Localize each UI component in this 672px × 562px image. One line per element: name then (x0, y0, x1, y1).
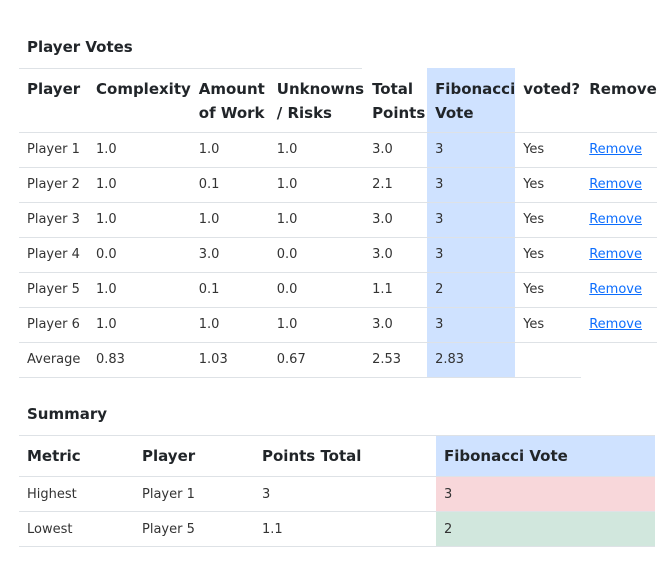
cell-complexity: 0.0 (88, 237, 191, 273)
cell-total: 1.1 (364, 272, 428, 308)
cell-total: 3.0 (364, 132, 428, 168)
cell-unknowns: 1.0 (268, 202, 365, 238)
cell-unknowns: 1.0 (268, 132, 365, 168)
cell-metric: Highest (19, 476, 134, 512)
summary-title: Summary (27, 405, 108, 423)
average-row: Average 0.83 1.03 0.67 2.53 2.83 (19, 342, 657, 378)
votes-header-row: Player Complexity Amount of Work Unknown… (19, 68, 658, 133)
cell-unknowns: 1.0 (268, 167, 365, 203)
remove-link[interactable]: Remove (589, 212, 642, 227)
remove-link[interactable]: Remove (589, 177, 642, 192)
header-remove: Remove (581, 68, 658, 133)
header-metric: Metric (19, 435, 134, 477)
player-votes-table: Player Complexity Amount of Work Unknown… (19, 68, 658, 378)
cell-amount: 1.0 (190, 307, 269, 343)
cell-fib: 2 (427, 272, 516, 308)
cell-player: Player 1 (19, 132, 88, 168)
cell-fib: 3 (427, 237, 516, 273)
cell-unknowns: 0.0 (268, 272, 365, 308)
header-unknowns-risks: Unknowns / Risks (268, 68, 365, 133)
cell-points: 1.1 (254, 511, 436, 547)
header-player: Player (19, 68, 88, 133)
header-player: Player (134, 435, 254, 477)
cell-player: Player 4 (19, 237, 88, 273)
cell-remove: Remove (581, 202, 658, 238)
cell-voted: Yes (515, 132, 582, 168)
remove-link[interactable]: Remove (589, 317, 642, 332)
cell-remove: Remove (581, 132, 658, 168)
cell-player: Player 2 (19, 167, 88, 203)
average-label: Average (19, 342, 88, 378)
table-row: Player 4 0.0 3.0 0.0 3.0 3 Yes Remove (19, 237, 658, 273)
remove-link[interactable]: Remove (589, 247, 642, 262)
cell-complexity: 1.0 (88, 307, 191, 343)
summary-header-row: Metric Player Points Total Fibonacci Vot… (19, 435, 655, 477)
cell-remove: Remove (581, 237, 658, 273)
cell-total: 3.0 (364, 202, 428, 238)
header-points-total: Points Total (254, 435, 436, 477)
summary-table: Metric Player Points Total Fibonacci Vot… (19, 435, 655, 547)
cell-player: Player 5 (134, 511, 254, 547)
cell-complexity: 1.0 (88, 167, 191, 203)
cell-complexity: 1.0 (88, 272, 191, 308)
header-complexity: Complexity (88, 68, 191, 133)
cell-fib: 3 (427, 132, 516, 168)
cell-voted: Yes (515, 167, 582, 203)
average-complexity: 0.83 (88, 342, 191, 378)
cell-fib-lowest: 2 (436, 511, 655, 547)
header-amount-of-work: Amount of Work (190, 68, 269, 133)
player-votes-title: Player Votes (27, 38, 133, 56)
cell-metric: Lowest (19, 511, 134, 547)
cell-voted: Yes (515, 202, 582, 238)
cell-amount: 0.1 (190, 272, 269, 308)
cell-player: Player 5 (19, 272, 88, 308)
cell-remove: Remove (581, 167, 658, 203)
summary-row-highest: Highest Player 1 3 3 (19, 476, 655, 512)
table-row: Player 5 1.0 0.1 0.0 1.1 2 Yes Remove (19, 272, 658, 308)
cell-remove: Remove (581, 272, 658, 308)
average-empty-remove (581, 342, 657, 377)
header-fibonacci-vote: Fibonacci Vote (427, 68, 516, 133)
cell-unknowns: 0.0 (268, 237, 365, 273)
table-row: Player 1 1.0 1.0 1.0 3.0 3 Yes Remove (19, 132, 658, 168)
header-voted: voted? (515, 68, 582, 133)
cell-player: Player 1 (134, 476, 254, 512)
cell-amount: 0.1 (190, 167, 269, 203)
table-row: Player 2 1.0 0.1 1.0 2.1 3 Yes Remove (19, 167, 658, 203)
cell-points: 3 (254, 476, 436, 512)
average-unknowns: 0.67 (268, 342, 365, 378)
cell-fib: 3 (427, 167, 516, 203)
cell-voted: Yes (515, 272, 582, 308)
cell-amount: 1.0 (190, 202, 269, 238)
cell-amount: 1.0 (190, 132, 269, 168)
cell-voted: Yes (515, 307, 582, 343)
cell-unknowns: 1.0 (268, 307, 365, 343)
cell-amount: 3.0 (190, 237, 269, 273)
header-total-points: Total Points (364, 68, 428, 133)
table-row: Player 3 1.0 1.0 1.0 3.0 3 Yes Remove (19, 202, 658, 238)
average-empty (515, 342, 582, 378)
cell-complexity: 1.0 (88, 132, 191, 168)
cell-voted: Yes (515, 237, 582, 273)
cell-total: 3.0 (364, 307, 428, 343)
cell-fib: 3 (427, 307, 516, 343)
cell-complexity: 1.0 (88, 202, 191, 238)
average-amount: 1.03 (190, 342, 269, 378)
remove-link[interactable]: Remove (589, 142, 642, 157)
header-fibonacci-vote: Fibonacci Vote (436, 435, 655, 477)
cell-remove: Remove (581, 307, 658, 343)
average-fib: 2.83 (427, 342, 516, 378)
table-row: Player 6 1.0 1.0 1.0 3.0 3 Yes Remove (19, 307, 658, 343)
cell-fib: 3 (427, 202, 516, 238)
remove-link[interactable]: Remove (589, 282, 642, 297)
summary-row-lowest: Lowest Player 5 1.1 2 (19, 511, 655, 547)
cell-player: Player 6 (19, 307, 88, 343)
cell-total: 2.1 (364, 167, 428, 203)
cell-total: 3.0 (364, 237, 428, 273)
cell-player: Player 3 (19, 202, 88, 238)
average-total: 2.53 (364, 342, 428, 378)
cell-fib-highest: 3 (436, 476, 655, 512)
